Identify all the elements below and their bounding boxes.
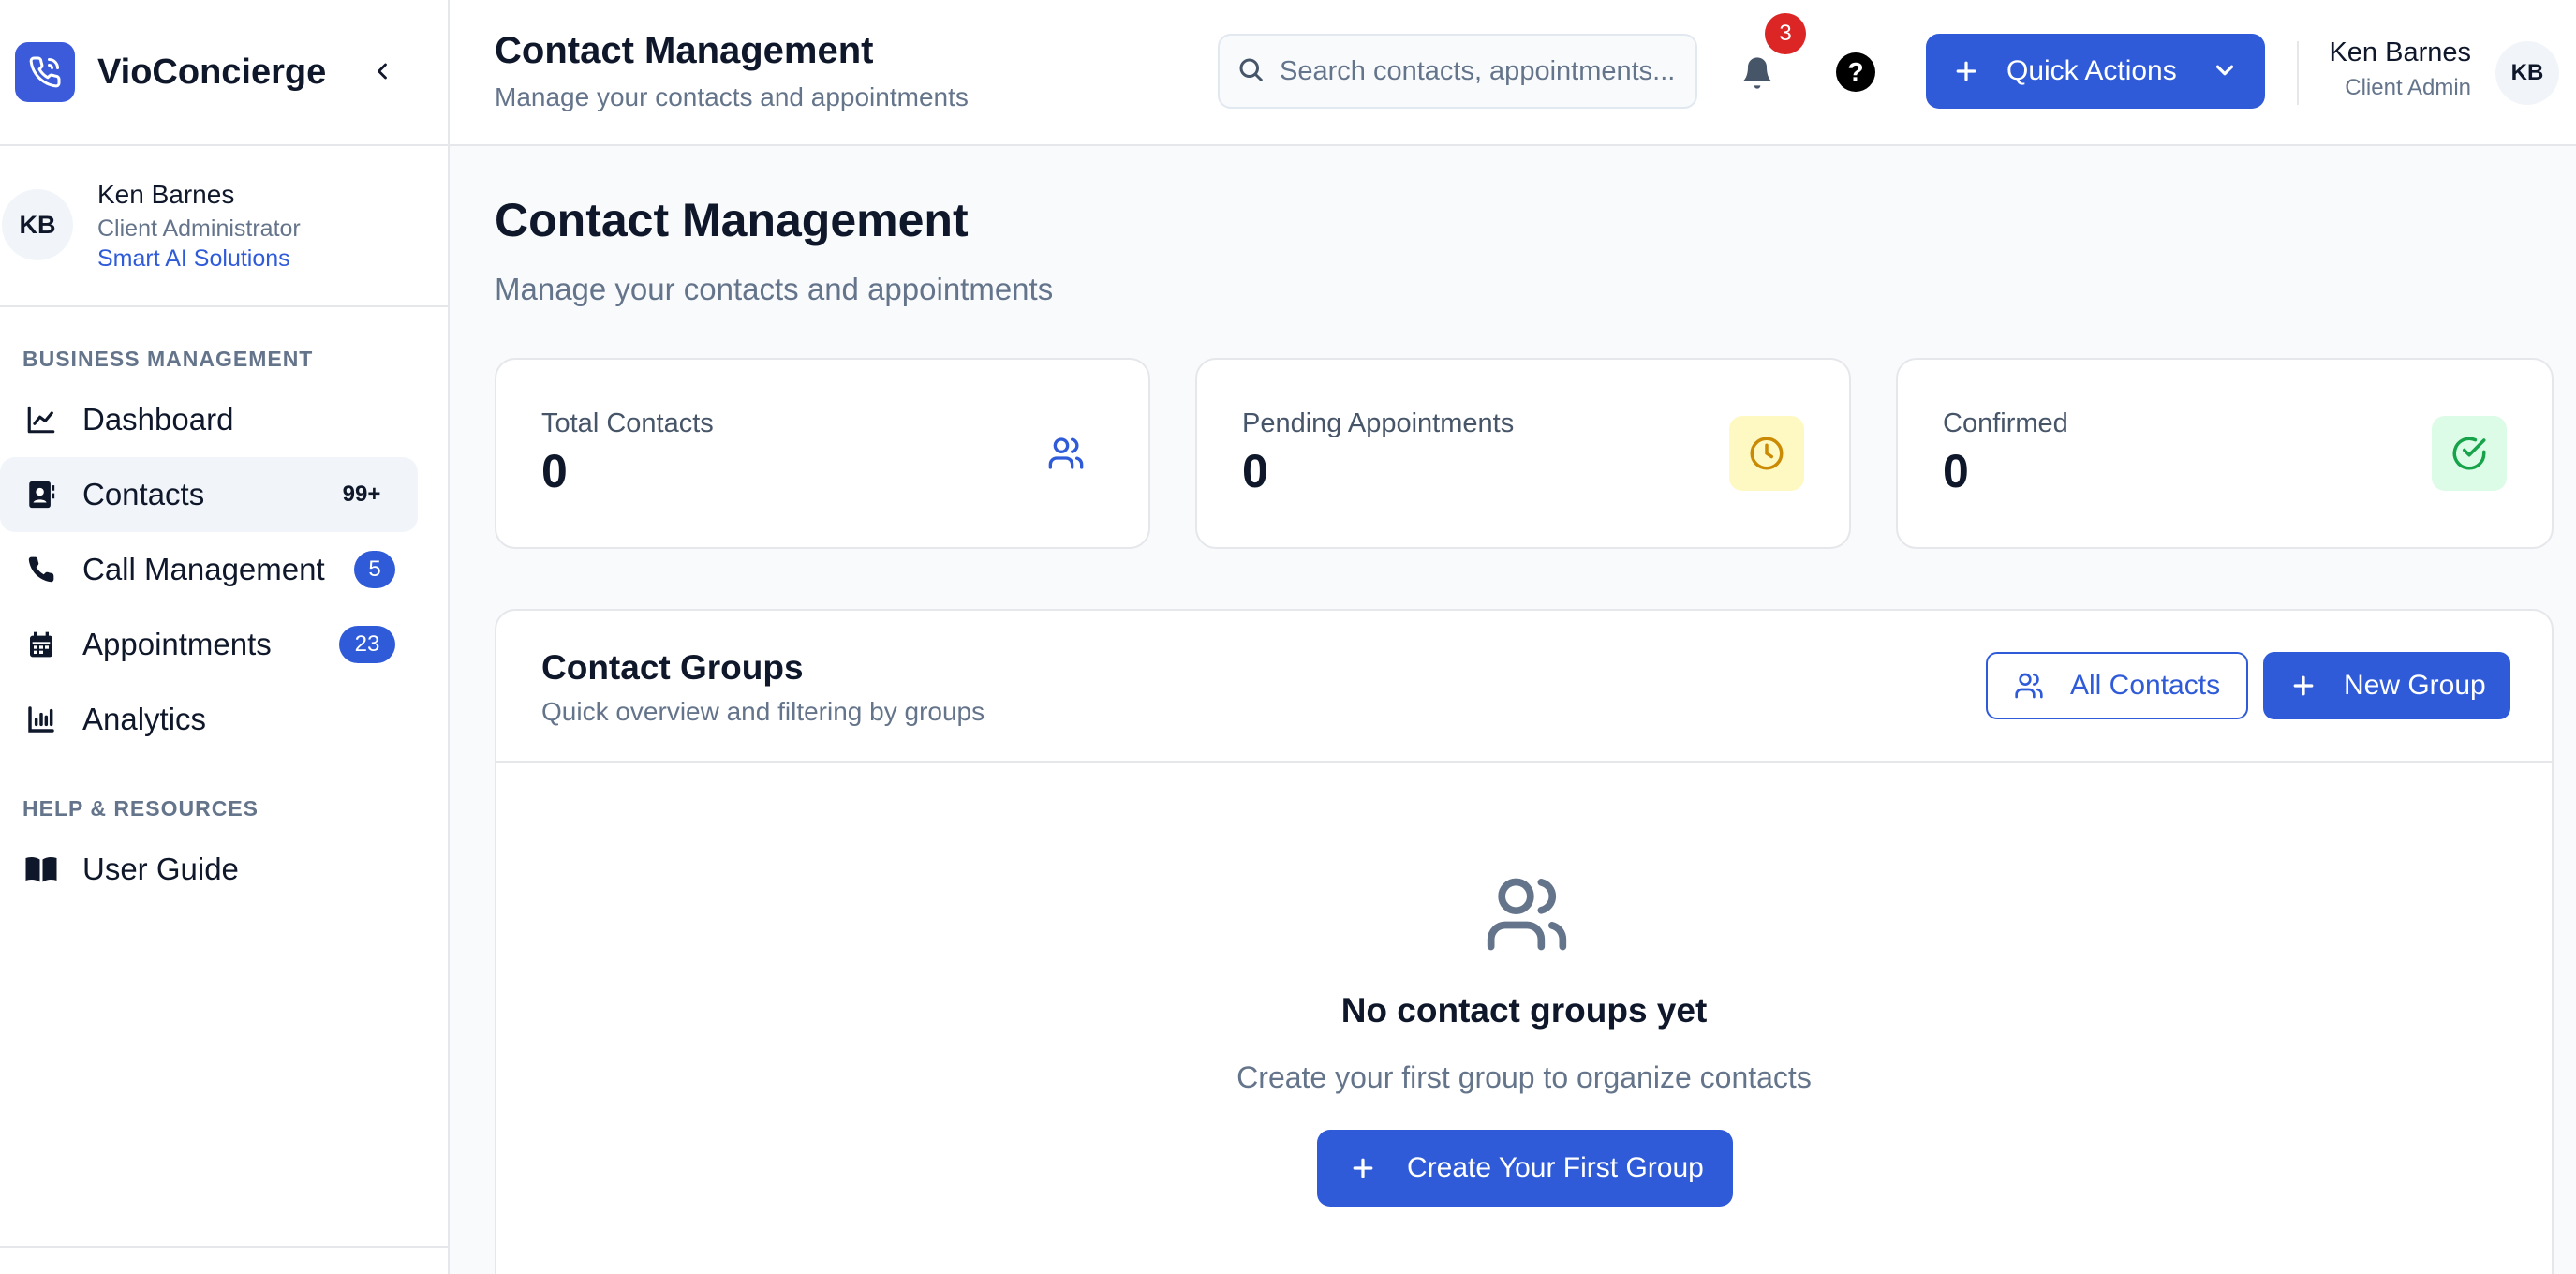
contact-groups-card: Contact Groups Quick overview and filter… <box>495 609 2554 1274</box>
sidebar-item-label: Dashboard <box>82 402 234 437</box>
help-icon[interactable]: ? <box>1836 52 1875 92</box>
avatar[interactable]: KB <box>2495 41 2559 105</box>
stat-value: 0 <box>1943 445 1969 497</box>
clock-icon <box>1729 416 1804 491</box>
page-title: Contact Management <box>495 194 969 246</box>
section-label-help: HELP & RESOURCES <box>22 796 259 821</box>
new-group-label: New Group <box>2344 670 2486 701</box>
count-badge: 23 <box>339 626 395 663</box>
stat-value: 0 <box>541 445 568 497</box>
count-badge: 99+ <box>342 481 381 507</box>
users-icon <box>2015 673 2043 699</box>
stat-label: Confirmed <box>1943 408 2068 438</box>
stat-card-pending-appointments: Pending Appointments 0 <box>1195 358 1851 549</box>
search-bar[interactable] <box>1218 34 1697 109</box>
profile-name: Ken Barnes <box>97 180 235 209</box>
search-icon <box>1236 55 1265 88</box>
header-user-name: Ken Barnes <box>2329 37 2471 67</box>
sidebar-item-label: Appointments <box>82 627 272 661</box>
calendar-icon <box>22 626 60 663</box>
all-contacts-label: All Contacts <box>2070 670 2221 701</box>
chevron-left-icon <box>378 63 387 80</box>
sidebar-item-dashboard[interactable]: Dashboard <box>0 382 418 457</box>
phone-logo-icon <box>15 42 75 102</box>
avatar: KB <box>2 189 73 260</box>
collapse-sidebar-button[interactable] <box>360 49 405 94</box>
empty-state-subtitle: Create your first group to organize cont… <box>1236 1060 1812 1094</box>
notification-count-badge: 3 <box>1765 13 1806 54</box>
search-input[interactable] <box>1280 55 1692 87</box>
stat-card-confirmed: Confirmed 0 <box>1896 358 2554 549</box>
profile-role: Client Administrator <box>97 215 301 242</box>
stat-label: Pending Appointments <box>1242 408 1515 438</box>
page-subtitle: Manage your contacts and appointments <box>495 272 1054 306</box>
contact-book-icon <box>22 476 60 513</box>
divider <box>2297 41 2299 105</box>
header-subtitle: Manage your contacts and appointments <box>495 82 969 111</box>
sidebar-item-label: Contacts <box>82 477 205 511</box>
create-first-group-button[interactable]: Create Your First Group <box>1317 1130 1733 1207</box>
new-group-button[interactable]: New Group <box>2263 652 2510 719</box>
quick-actions-label: Quick Actions <box>2006 55 2177 86</box>
plus-icon <box>2293 675 2314 696</box>
bar-chart-icon <box>22 701 60 738</box>
sidebar-item-user-guide[interactable]: User Guide <box>0 832 418 907</box>
stat-value: 0 <box>1242 445 1268 497</box>
users-icon <box>1484 871 1570 962</box>
header-user-role: Client Admin <box>2345 75 2471 100</box>
profile-org: Smart AI Solutions <box>97 245 290 272</box>
all-contacts-button[interactable]: All Contacts <box>1986 652 2248 719</box>
section-label-business: BUSINESS MANAGEMENT <box>22 347 314 371</box>
notifications-button[interactable] <box>1733 49 1782 97</box>
count-badge: 5 <box>354 551 395 588</box>
bell-icon <box>1743 57 1771 89</box>
sidebar-item-call-management[interactable]: Call Management 5 <box>0 532 418 607</box>
header-title: Contact Management <box>495 30 874 71</box>
sidebar-item-analytics[interactable]: Analytics <box>0 682 418 757</box>
check-circle-icon <box>2432 416 2507 491</box>
phone-icon <box>22 551 60 588</box>
create-first-group-label: Create Your First Group <box>1407 1152 1704 1183</box>
book-icon <box>22 851 60 888</box>
sidebar: VioConcierge KB Ken Barnes Client Admini… <box>0 0 450 1274</box>
brand-name: VioConcierge <box>97 52 327 92</box>
users-icon <box>1029 416 1103 491</box>
sidebar-item-label: Analytics <box>82 702 207 736</box>
sidebar-item-label: Call Management <box>82 552 325 586</box>
top-header: Contact Management Manage your contacts … <box>450 0 2576 146</box>
quick-actions-button[interactable]: Quick Actions <box>1926 34 2265 109</box>
sidebar-item-label: User Guide <box>82 852 239 886</box>
sidebar-item-appointments[interactable]: Appointments 23 <box>0 607 418 682</box>
chart-line-icon <box>22 401 60 438</box>
stat-card-total-contacts: Total Contacts 0 <box>495 358 1150 549</box>
groups-title: Contact Groups <box>541 648 804 687</box>
stat-label: Total Contacts <box>541 408 714 438</box>
chevron-down-icon <box>2211 56 2239 89</box>
groups-header: Contact Groups Quick overview and filter… <box>496 611 2552 763</box>
divider <box>0 1246 450 1248</box>
plus-icon <box>1353 1158 1373 1178</box>
sidebar-item-contacts[interactable]: Contacts 99+ <box>0 457 418 532</box>
groups-subtitle: Quick overview and filtering by groups <box>541 697 985 726</box>
plus-icon <box>1956 61 1976 81</box>
empty-state-title: No contact groups yet <box>1340 991 1708 1030</box>
